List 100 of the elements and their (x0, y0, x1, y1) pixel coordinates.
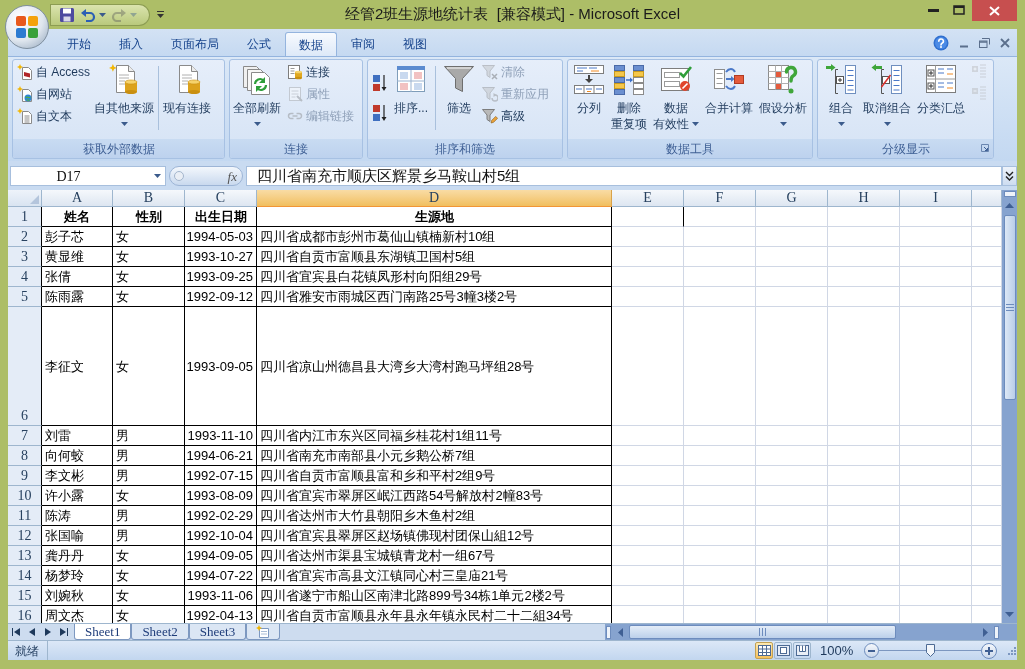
sheet-tab[interactable]: Sheet1 (74, 624, 132, 640)
row-header[interactable]: 6 (8, 307, 42, 426)
ribbon-button[interactable]: 组合 (824, 60, 858, 139)
restore-icon[interactable] (979, 37, 990, 48)
row-header[interactable]: 9 (8, 466, 42, 486)
ribbon-tab[interactable]: 视图 (389, 32, 441, 56)
ribbon-button[interactable]: 自 Access (15, 61, 92, 83)
empty-cell (612, 207, 684, 227)
down-triangle-icon[interactable] (1005, 612, 1014, 617)
office-button[interactable] (5, 5, 49, 49)
caret-icon (692, 122, 699, 126)
scroll-thumb[interactable] (629, 625, 896, 639)
empty-cell (684, 466, 756, 486)
column-header[interactable]: F (684, 190, 756, 207)
ribbon-tab[interactable]: 公式 (233, 32, 285, 56)
formula-field[interactable]: 四川省南充市顺庆区辉景乡马鞍山村5组 (246, 166, 1002, 186)
ribbon-tab[interactable]: 开始 (53, 32, 105, 56)
horizontal-scrollbar[interactable] (605, 624, 1017, 640)
ribbon-icon-button[interactable] (372, 74, 388, 92)
ribbon-tab[interactable]: 页面布局 (157, 32, 233, 56)
close-icon[interactable] (1000, 37, 1010, 48)
sheet-tab[interactable]: Sheet3 (188, 624, 247, 640)
ribbon-button[interactable]: 分类汇总 (916, 60, 966, 139)
ribbon-button[interactable]: 自文本 (15, 105, 92, 127)
zoom-out-button[interactable] (864, 643, 879, 658)
vertical-scrollbar[interactable] (1002, 190, 1017, 623)
row-header[interactable]: 1 (8, 207, 42, 227)
circle-handle-icon[interactable] (174, 171, 184, 181)
column-header[interactable]: D (257, 190, 612, 207)
ribbon-tab[interactable]: 插入 (105, 32, 157, 56)
column-header[interactable]: H (828, 190, 900, 207)
save-button[interactable] (59, 6, 75, 23)
column-header[interactable]: B (113, 190, 185, 207)
expand-button[interactable] (1002, 166, 1017, 186)
right-triangle-icon[interactable] (44, 627, 52, 636)
row-header[interactable]: 10 (8, 486, 42, 506)
undo-button[interactable] (80, 7, 106, 22)
empty-cell (756, 267, 828, 287)
insert-function-button[interactable]: fx (225, 169, 239, 183)
ribbon-button[interactable]: 自其他来源 (93, 60, 155, 139)
column-header[interactable]: G (756, 190, 828, 207)
right-triangle-bar-icon[interactable] (60, 627, 68, 636)
ribbon-button[interactable]: 连接 (285, 61, 356, 83)
help-icon[interactable] (933, 34, 949, 51)
scroll-thumb[interactable] (1003, 215, 1016, 400)
row-header[interactable]: 4 (8, 267, 42, 287)
page-layout-view-button[interactable] (774, 642, 792, 659)
page-break-view-button[interactable] (793, 642, 811, 659)
normal-view-button[interactable] (755, 642, 773, 659)
ribbon-button[interactable]: 合并计算 (704, 60, 754, 139)
slider-thumb[interactable] (925, 644, 935, 657)
left-triangle-icon[interactable] (28, 627, 36, 636)
ribbon-button[interactable]: 自网站 (15, 83, 92, 105)
ribbon-button[interactable]: 删除 重复项 (610, 60, 648, 139)
row-header[interactable]: 11 (8, 506, 42, 526)
ribbon-tab[interactable]: 数据 (285, 32, 337, 56)
ribbon-button[interactable]: 数据 有效性 (652, 60, 700, 139)
row-header[interactable]: 7 (8, 426, 42, 446)
column-header[interactable]: A (42, 190, 113, 207)
column-header[interactable]: E (612, 190, 684, 207)
row-header[interactable]: 13 (8, 546, 42, 566)
ribbon-button[interactable]: 筛选 (442, 60, 476, 139)
ribbon-tab[interactable]: 审阅 (337, 32, 389, 56)
split-box[interactable] (994, 625, 999, 639)
ribbon-button[interactable]: 取消组合 (862, 60, 912, 139)
name-box[interactable]: D17 (10, 166, 166, 186)
ribbon-button[interactable]: 假设分析 (758, 60, 808, 139)
ribbon-button[interactable]: 分列 (572, 60, 606, 139)
row-header[interactable]: 15 (8, 586, 42, 606)
ribbon-button[interactable]: 全部刷新 (232, 60, 282, 139)
split-box[interactable] (606, 625, 611, 639)
dialog-launcher-icon[interactable] (981, 144, 989, 152)
row-header[interactable]: 8 (8, 446, 42, 466)
row-header[interactable]: 5 (8, 287, 42, 307)
zoom-slider[interactable] (879, 644, 981, 657)
bracket-slash-arrow-icon (871, 63, 903, 95)
sheet-tab[interactable]: Sheet2 (131, 624, 189, 640)
table-cell: 李征文 (42, 307, 113, 426)
customize-caret-icon[interactable] (157, 11, 164, 18)
row-header[interactable]: 14 (8, 566, 42, 586)
row-header[interactable]: 3 (8, 247, 42, 267)
ribbon-icon-button[interactable] (372, 104, 388, 122)
empty-cell (900, 227, 972, 247)
funnel-cross-icon (482, 64, 498, 80)
zoom-in-button[interactable] (981, 642, 997, 659)
ribbon-button[interactable]: 高级 (480, 105, 551, 127)
row-header[interactable]: 2 (8, 227, 42, 247)
row-header[interactable]: 16 (8, 606, 42, 623)
row-header[interactable]: 12 (8, 526, 42, 546)
bar-left-triangle-icon[interactable] (12, 627, 20, 636)
column-header[interactable]: I (900, 190, 972, 207)
table-cell: 1993-09-25 (185, 267, 257, 287)
up-triangle-icon[interactable] (1005, 203, 1014, 208)
zoom-level[interactable]: 100% (820, 640, 853, 660)
column-header[interactable]: C (185, 190, 257, 207)
ribbon-button[interactable]: 现有连接 (162, 60, 212, 139)
close-button[interactable] (972, 0, 1017, 21)
split-box[interactable] (1003, 191, 1016, 197)
ribbon-button[interactable]: 排序... (393, 60, 429, 139)
new-sheet-button[interactable] (246, 624, 281, 640)
